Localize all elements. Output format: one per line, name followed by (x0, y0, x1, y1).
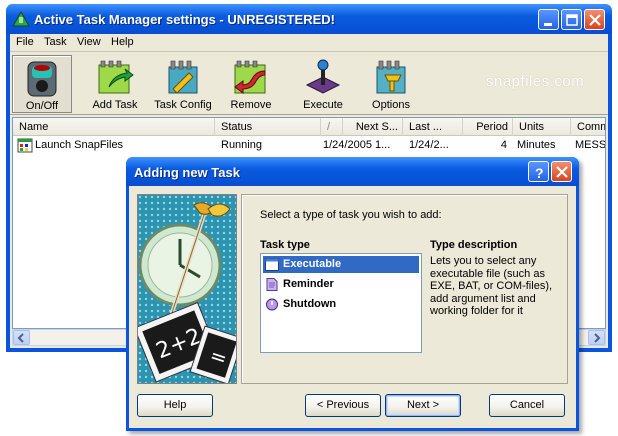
shutdown-power-icon (266, 298, 278, 311)
app-icon (12, 11, 30, 27)
svg-text:?: ? (535, 165, 544, 181)
menu-task[interactable]: Task (44, 36, 67, 48)
maximize-icon (566, 14, 578, 26)
cell-status: Running (221, 139, 262, 151)
task-type-prompt: Select a type of task you wish to add: (260, 209, 442, 221)
column-header-last-run[interactable]: Last ... (403, 118, 463, 136)
toolbar: On/Off Add Task Task Config Remove Execu… (10, 53, 608, 115)
toolbar-remove-button[interactable]: Remove (220, 55, 282, 113)
task-type-executable-label: Executable (283, 258, 342, 270)
column-header-next-start[interactable]: Next S... (343, 118, 403, 136)
menu-help[interactable]: Help (111, 36, 134, 48)
task-type-shutdown[interactable]: Shutdown (263, 296, 419, 313)
main-window-title: Active Task Manager settings - UNREGISTE… (34, 12, 335, 27)
task-config-icon (168, 60, 198, 94)
wizard-side-illustration: 2+2 = (137, 194, 237, 384)
dialog-client-area: 2+2 = Select a type of task you wish to … (129, 186, 576, 428)
toolbar-remove-label: Remove (230, 99, 272, 111)
table-row[interactable]: Launch SnapFiles Running 1/24/2005 1... … (13, 137, 606, 153)
column-header-name[interactable]: Name (13, 118, 215, 136)
cell-next-start: 1/24/2005 1... (323, 139, 391, 151)
toolbar-execute-button[interactable]: Execute (292, 55, 354, 113)
task-type-reminder-label: Reminder (283, 278, 334, 290)
column-header-units[interactable]: Units (513, 118, 571, 136)
list-header: Name Status / Next S... Last ... Period … (13, 118, 605, 136)
task-type-shutdown-label: Shutdown (283, 298, 337, 310)
cell-command: MESSA (575, 139, 606, 151)
toolbar-options-label: Options (372, 99, 410, 111)
toolbar-onoff-label: On/Off (25, 100, 59, 112)
column-header-sort[interactable]: / (321, 118, 343, 136)
toolbar-options-button[interactable]: Options (360, 55, 422, 113)
task-type-list[interactable]: Executable Reminder Shutdown (260, 253, 422, 353)
execute-icon (305, 59, 341, 94)
toolbar-add-task-label: Add Task (92, 99, 138, 111)
menu-view[interactable]: View (77, 36, 101, 48)
task-type-heading: Task type (260, 239, 310, 251)
minimize-icon (544, 23, 552, 26)
toolbar-task-config-label: Task Config (154, 99, 212, 111)
cell-units: Minutes (517, 139, 556, 151)
options-icon (376, 60, 406, 94)
previous-button[interactable]: < Previous (305, 394, 381, 417)
toolbar-task-config-button[interactable]: Task Config (152, 55, 214, 113)
help-button[interactable]: Help (137, 394, 213, 417)
next-button[interactable]: Next > (385, 394, 461, 417)
clock-chalkboard-illustration: 2+2 = (138, 195, 236, 383)
task-type-panel: Select a type of task you wish to add: T… (241, 194, 568, 384)
arrow-left-icon (17, 333, 24, 343)
executable-window-icon (265, 258, 279, 271)
column-header-command[interactable]: Comma (571, 118, 605, 136)
main-title-bar[interactable]: Active Task Manager settings - UNREGISTE… (6, 4, 612, 34)
type-description-text: Lets you to select any executable file (… (430, 255, 553, 317)
question-mark-icon: ? (535, 165, 544, 181)
column-header-period[interactable]: Period (463, 118, 513, 136)
close-icon (589, 14, 601, 26)
menu-bar: File Task View Help (10, 34, 608, 52)
add-task-dialog: Adding new Task ? 2+2 = Select a type of… (126, 157, 579, 431)
remove-task-icon (234, 60, 266, 94)
cell-period: 4 (500, 139, 507, 151)
cell-last-run: 1/24/2... (409, 139, 449, 151)
close-button[interactable] (584, 9, 605, 30)
cancel-button[interactable]: Cancel (489, 394, 565, 417)
close-icon (556, 166, 568, 178)
task-type-reminder[interactable]: Reminder (263, 276, 419, 293)
reminder-note-icon (266, 278, 278, 291)
dialog-close-button[interactable] (551, 161, 572, 182)
power-toggle-icon (27, 61, 57, 97)
dialog-help-button[interactable]: ? (528, 161, 549, 182)
toolbar-execute-label: Execute (303, 99, 343, 111)
task-type-executable[interactable]: Executable (263, 256, 419, 273)
dialog-title: Adding new Task (134, 165, 240, 180)
arrow-right-icon (594, 333, 601, 343)
toolbar-onoff-button[interactable]: On/Off (12, 55, 72, 113)
snapfiles-watermark: snapfiles.com (486, 73, 585, 90)
task-grid-icon (17, 138, 33, 153)
minimize-button[interactable] (538, 9, 559, 30)
add-task-icon (98, 60, 134, 94)
dialog-title-bar[interactable]: Adding new Task ? (126, 157, 579, 186)
scroll-right-button[interactable] (588, 330, 605, 345)
type-description-heading: Type description (430, 239, 518, 251)
cell-name: Launch SnapFiles (35, 139, 124, 151)
menu-file[interactable]: File (16, 36, 34, 48)
toolbar-add-task-button[interactable]: Add Task (84, 55, 146, 113)
maximize-button[interactable] (561, 9, 582, 30)
column-header-status[interactable]: Status (215, 118, 321, 136)
scroll-left-button[interactable] (13, 330, 30, 345)
